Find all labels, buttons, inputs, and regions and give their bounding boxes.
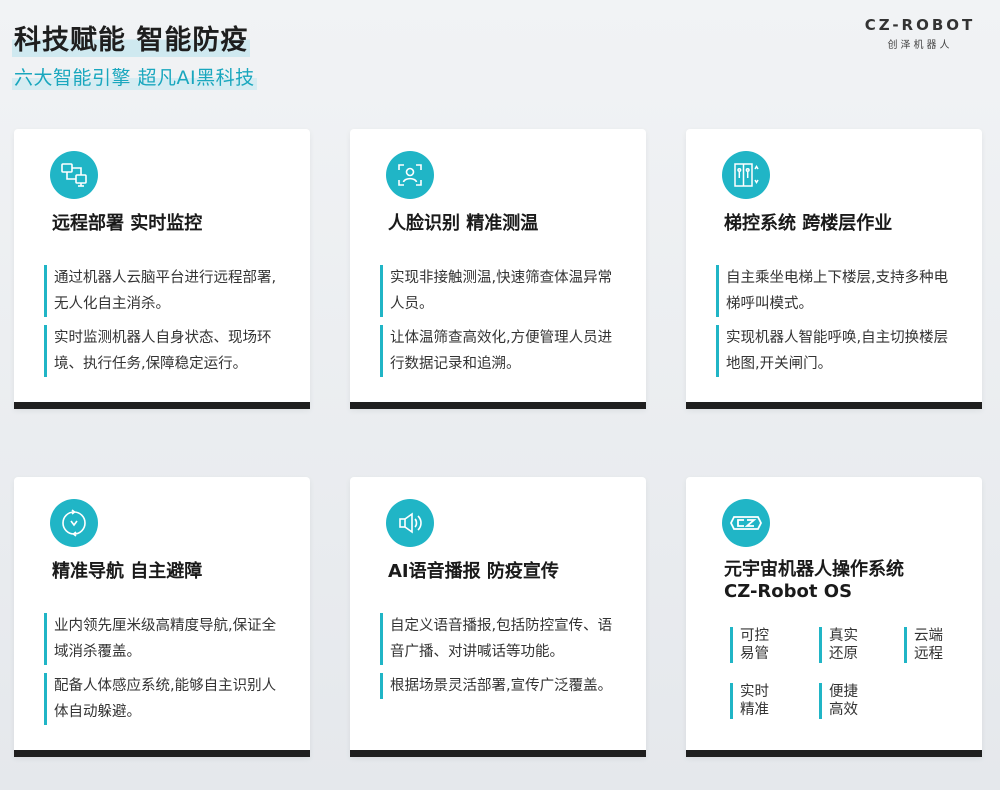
os-feature-text: 还原 bbox=[829, 646, 858, 662]
os-feature-text: 易管 bbox=[740, 646, 769, 662]
card-description: 自定义语音播报,包括防控宣传、语音广播、对讲喊话等功能。 bbox=[380, 613, 626, 665]
os-feature-text: 实时 bbox=[740, 684, 769, 700]
navigation-icon bbox=[50, 499, 98, 547]
card-description: 实时监测机器人自身状态、现场环境、执行任务,保障稳定运行。 bbox=[44, 325, 290, 377]
face-scan-icon bbox=[386, 151, 434, 199]
card-title: 梯控系统 跨楼层作业 bbox=[724, 213, 893, 234]
os-feature-item: 真实 还原 bbox=[819, 627, 879, 663]
card-title-line: 元宇宙机器人操作系统 bbox=[724, 559, 904, 580]
card-title: 远程部署 实时监控 bbox=[52, 213, 203, 234]
card-description: 配备人体感应系统,能够自主识别人体自动躲避。 bbox=[44, 673, 290, 725]
feature-card-face-recognition: 人脸识别 精准测温 实现非接触测温,快速筛查体温异常人员。 让体温筛查高效化,方… bbox=[350, 129, 646, 409]
os-feature-text: 高效 bbox=[829, 702, 858, 718]
os-feature-item: 实时 精准 bbox=[730, 683, 790, 719]
card-title: 人脸识别 精准测温 bbox=[388, 213, 539, 234]
os-feature-item: 可控 易管 bbox=[730, 627, 790, 663]
os-feature-text: 云端 bbox=[914, 628, 943, 644]
os-feature-text: 精准 bbox=[740, 702, 769, 718]
os-feature-item: 云端 远程 bbox=[904, 627, 964, 663]
brand-logo: CZ-ROBOT 创泽机器人 bbox=[864, 16, 976, 51]
card-title: 精准导航 自主避障 bbox=[52, 561, 203, 582]
card-description: 业内领先厘米级高精度导航,保证全域消杀覆盖。 bbox=[44, 613, 290, 665]
card-title: 元宇宙机器人操作系统 CZ-Robot OS bbox=[724, 559, 904, 603]
logo-sub-text: 创泽机器人 bbox=[887, 40, 953, 51]
page-subtitle: 六大智能引擎 超凡AI黑科技 bbox=[12, 63, 257, 90]
header: 科技赋能 智能防疫 六大智能引擎 超凡AI黑科技 bbox=[12, 18, 257, 90]
feature-card-elevator-control: 梯控系统 跨楼层作业 自主乘坐电梯上下楼层,支持多种电梯呼叫模式。 实现机器人智… bbox=[686, 129, 982, 409]
feature-card-remote-monitoring: 远程部署 实时监控 通过机器人云脑平台进行远程部署,无人化自主消杀。 实时监测机… bbox=[14, 129, 310, 409]
card-description: 实现机器人智能呼唤,自主切换楼层地图,开关闸门。 bbox=[716, 325, 962, 377]
os-feature-text: 远程 bbox=[914, 646, 943, 662]
card-description: 通过机器人云脑平台进行远程部署,无人化自主消杀。 bbox=[44, 265, 290, 317]
remote-monitor-icon bbox=[50, 151, 98, 199]
feature-card-voice-broadcast: AI语音播报 防疫宣传 自定义语音播报,包括防控宣传、语音广播、对讲喊话等功能。… bbox=[350, 477, 646, 757]
card-description: 自主乘坐电梯上下楼层,支持多种电梯呼叫模式。 bbox=[716, 265, 962, 317]
card-description: 实现非接触测温,快速筛查体温异常人员。 bbox=[380, 265, 626, 317]
elevator-icon bbox=[722, 151, 770, 199]
os-feature-text: 真实 bbox=[829, 628, 858, 644]
card-title-line: CZ-Robot OS bbox=[724, 581, 853, 602]
card-title: AI语音播报 防疫宣传 bbox=[388, 561, 559, 582]
os-feature-item: 便捷 高效 bbox=[819, 683, 879, 719]
speaker-icon bbox=[386, 499, 434, 547]
card-description: 根据场景灵活部署,宣传广泛覆盖。 bbox=[380, 673, 626, 699]
cz-logo-icon bbox=[722, 499, 770, 547]
os-feature-text: 可控 bbox=[740, 628, 769, 644]
os-feature-text: 便捷 bbox=[829, 684, 858, 700]
page-title: 科技赋能 智能防疫 bbox=[12, 18, 251, 57]
logo-main-text: CZ-ROBOT bbox=[864, 16, 976, 34]
card-description: 让体温筛查高效化,方便管理人员进行数据记录和追溯。 bbox=[380, 325, 626, 377]
feature-card-navigation: 精准导航 自主避障 业内领先厘米级高精度导航,保证全域消杀覆盖。 配备人体感应系… bbox=[14, 477, 310, 757]
feature-card-robot-os: 元宇宙机器人操作系统 CZ-Robot OS 可控 易管 真实 还原 云端 远程… bbox=[686, 477, 982, 757]
